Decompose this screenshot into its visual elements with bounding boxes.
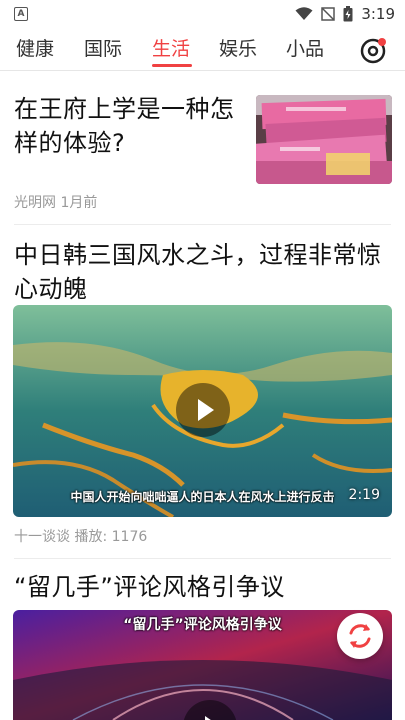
video-article[interactable]: 中日韩三国风水之斗，过程非常惊 心动魄: [14, 238, 394, 306]
video-duration: 2:19: [348, 487, 380, 503]
plays-label: 播放:: [74, 529, 108, 545]
video-article[interactable]: “留几手”评论风格引争议: [14, 570, 394, 604]
video-author: 十一谈谈: [14, 529, 70, 545]
video-title: “留几手”评论风格引争议: [14, 573, 285, 601]
tab-entertainment[interactable]: 娱乐: [219, 36, 257, 62]
tab-sketch[interactable]: 小品: [286, 36, 324, 62]
refresh-icon: [349, 624, 371, 648]
tab-life[interactable]: 生活: [152, 36, 190, 62]
video-title: 中日韩三国风水之斗，过程非常惊 心动魄: [14, 241, 382, 303]
play-icon[interactable]: [176, 383, 230, 437]
play-count: 1176: [111, 529, 148, 545]
banner-text: “留几手”评论风格引争议: [123, 617, 282, 633]
wifi-icon: [295, 7, 313, 20]
active-tab-indicator: [152, 64, 192, 67]
article-time: 1月前: [60, 195, 98, 211]
article-thumbnail[interactable]: [256, 95, 392, 184]
no-signal-icon: [321, 7, 336, 21]
record-icon[interactable]: [357, 34, 389, 66]
article-meta: 光明网 1月前: [14, 192, 97, 212]
category-tabs: 健康 国际 生活 娱乐 小品: [0, 30, 405, 71]
video-player[interactable]: 中国人开始向咄咄逼人的日本人在风水上进行反击 2:19: [13, 305, 392, 517]
video-caption: 中国人开始向咄咄逼人的日本人在风水上进行反击: [70, 490, 335, 504]
refresh-button[interactable]: [337, 613, 383, 659]
status-bar: A 3:19: [0, 0, 405, 30]
tab-international[interactable]: 国际: [84, 36, 122, 62]
battery-icon: [343, 6, 353, 22]
status-time: 3:19: [361, 5, 395, 23]
tab-health[interactable]: 健康: [16, 36, 54, 62]
article-source: 光明网: [14, 195, 56, 211]
article-card[interactable]: 在王府上学是一种怎 样的体验?: [14, 92, 244, 160]
divider: [14, 224, 391, 225]
video-player[interactable]: “留几手”评论风格引争议: [13, 610, 392, 720]
video-meta: 十一谈谈 播放: 1176: [14, 526, 147, 546]
divider: [14, 558, 391, 559]
article-title: 在王府上学是一种怎 样的体验?: [14, 95, 235, 157]
app-notification-icon: A: [14, 7, 28, 21]
